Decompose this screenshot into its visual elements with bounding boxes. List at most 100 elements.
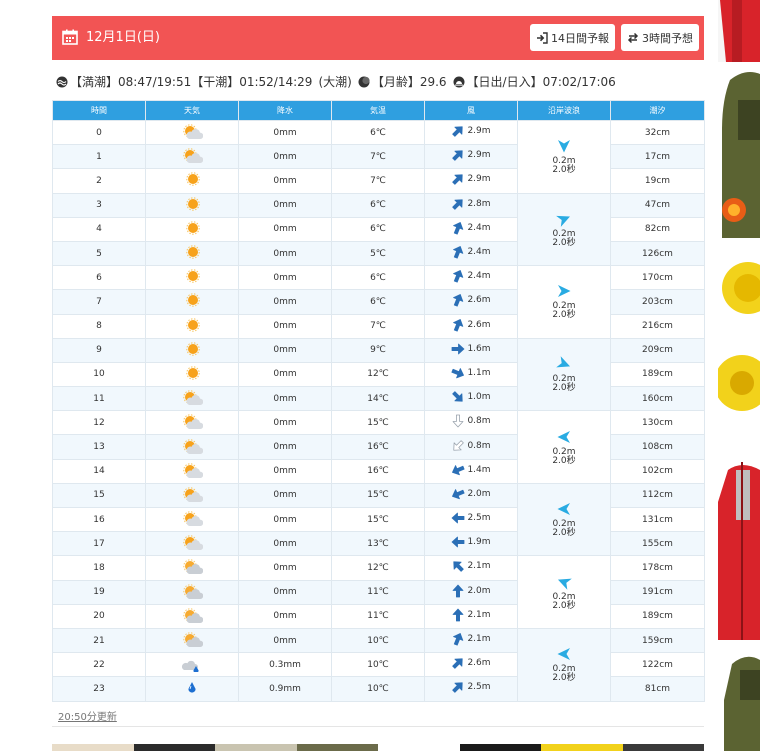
precip-cell: 0mm <box>238 579 332 605</box>
precip-cell: 0mm <box>238 458 332 484</box>
partly-cloudy-icon <box>183 511 204 527</box>
hour-cell: 5 <box>52 240 146 267</box>
wind-arrow-icon <box>452 489 466 500</box>
temp-cell: 16℃ <box>331 434 425 460</box>
partly-cloudy-icon <box>183 438 204 454</box>
precip-cell: 0mm <box>238 119 332 146</box>
ad-jacket-green-2[interactable] <box>718 650 760 751</box>
temp-cell: 6℃ <box>331 289 425 315</box>
sunrise-icon <box>453 76 465 88</box>
tide-info-line: 【満潮】08:47/19:51 【干潮】01:52/14:29 (大潮) 【月齢… <box>56 74 706 90</box>
wind-speed: 2.5m <box>467 682 491 693</box>
wind-arrow-icon <box>452 343 465 355</box>
weather-cell <box>145 410 239 436</box>
14day-forecast-button[interactable]: 14日間予報 <box>530 24 615 51</box>
table-row: 15 0mm 15℃ 2.0m 0.2m 2.0秒 112cm <box>52 482 705 557</box>
weather-cell <box>145 216 239 242</box>
weather-cell <box>145 119 239 146</box>
wave-period: 2.0秒 <box>552 165 576 176</box>
temp-cell: 14℃ <box>331 386 425 412</box>
sunny-icon <box>186 196 200 211</box>
ad-jacket-red-2[interactable] <box>718 462 760 640</box>
partly-cloudy-icon <box>183 414 204 430</box>
sunny-icon <box>186 172 200 187</box>
sunny-icon <box>186 269 200 283</box>
col-wind: 風 <box>424 100 518 121</box>
table-row: 21 0mm 10℃ 2.1m 0.2m 2.0秒 159cm <box>52 627 705 702</box>
wind-speed: 2.6m <box>467 319 491 330</box>
hour-cell: 18 <box>52 555 146 581</box>
wave-direction-icon <box>557 578 572 590</box>
wind-cell: 2.0m <box>424 579 518 605</box>
tide-cell: 17cm <box>610 144 705 170</box>
temp-cell: 15℃ <box>331 506 425 533</box>
weather-cell <box>145 531 239 557</box>
mostly-cloudy-icon <box>183 632 204 648</box>
tide-cell: 19cm <box>610 168 705 194</box>
wave-period: 2.0秒 <box>552 310 576 321</box>
partly-cloudy-icon <box>183 124 204 140</box>
weather-cell <box>145 265 239 291</box>
hour-cell: 6 <box>52 265 146 291</box>
temp-cell: 7℃ <box>331 144 425 170</box>
date-header: 12月1日(日) 14日間予報 3時間予想 <box>52 16 704 60</box>
weather-cell <box>145 192 239 218</box>
precip-cell: 0mm <box>238 482 332 509</box>
hour-cell: 9 <box>52 337 146 363</box>
bottom-ad-strip[interactable] <box>52 744 704 751</box>
wind-cell: 2.1m <box>424 603 518 629</box>
tide-cell: 170cm <box>610 265 705 291</box>
ad-drill-brush[interactable] <box>718 248 760 424</box>
precip-cell: 0mm <box>238 240 332 267</box>
wind-speed: 2.1m <box>467 561 491 572</box>
coastal-wave-cell: 0.2m 2.0秒 <box>517 482 611 557</box>
hour-cell: 1 <box>52 144 146 170</box>
wind-cell: 2.4m <box>424 240 518 267</box>
wind-speed: 2.9m <box>467 150 491 161</box>
wind-speed: 2.0m <box>467 585 491 596</box>
table-row: 18 0mm 12℃ 2.1m 0.2m 2.0秒 178cm <box>52 555 705 629</box>
temp-cell: 15℃ <box>331 410 425 436</box>
cloud-rain-icon <box>181 661 199 674</box>
wind-speed: 1.9m <box>467 537 491 548</box>
temp-cell: 5℃ <box>331 240 425 267</box>
updated-time-link[interactable]: 20:50分更新 <box>58 708 117 723</box>
col-tide: 潮汐 <box>610 100 705 121</box>
wind-arrow-icon <box>452 126 464 137</box>
wind-speed: 1.1m <box>467 367 491 378</box>
wind-cell: 1.6m <box>424 337 518 363</box>
wind-arrow-icon <box>453 318 464 332</box>
wind-arrow-icon <box>452 199 464 210</box>
coastal-wave-cell: 0.2m 2.0秒 <box>517 265 611 339</box>
partly-cloudy-icon <box>183 487 204 502</box>
precip-cell: 0mm <box>238 192 332 218</box>
hour-cell: 10 <box>52 361 146 388</box>
wind-speed: 0.8m <box>467 440 491 451</box>
hour-cell: 15 <box>52 482 146 509</box>
wind-cell: 1.0m <box>424 386 518 412</box>
wind-arrow-icon <box>452 682 464 694</box>
wind-speed: 2.9m <box>467 174 491 185</box>
hour-cell: 17 <box>52 531 146 557</box>
sunny-icon <box>186 221 200 235</box>
ad-jacket-red[interactable] <box>718 0 760 62</box>
wind-speed: 1.4m <box>467 464 491 475</box>
wind-arrow-icon <box>452 174 464 186</box>
weather-cell <box>145 386 239 412</box>
wind-arrow-icon <box>453 633 464 646</box>
tide-cell: 126cm <box>610 240 705 267</box>
precip-cell: 0mm <box>238 313 332 339</box>
hour-cell: 12 <box>52 410 146 436</box>
sunrise-sunset: 【日出/日入】07:02/17:06 <box>466 75 616 89</box>
temp-cell: 10℃ <box>331 627 425 654</box>
ad-jacket-green[interactable] <box>718 70 760 238</box>
wind-cell: 1.4m <box>424 458 518 484</box>
wind-cell: 2.1m <box>424 627 518 654</box>
hour-cell: 14 <box>52 458 146 484</box>
wind-speed: 2.1m <box>467 634 491 645</box>
tide-type: (大潮) <box>318 75 352 89</box>
wind-cell: 2.6m <box>424 313 518 339</box>
3hour-forecast-button[interactable]: 3時間予想 <box>621 24 699 51</box>
table-header-row: 時間 天気 降水 気温 風 沿岸波浪 潮汐 <box>52 100 705 121</box>
weather-cell <box>145 555 239 581</box>
